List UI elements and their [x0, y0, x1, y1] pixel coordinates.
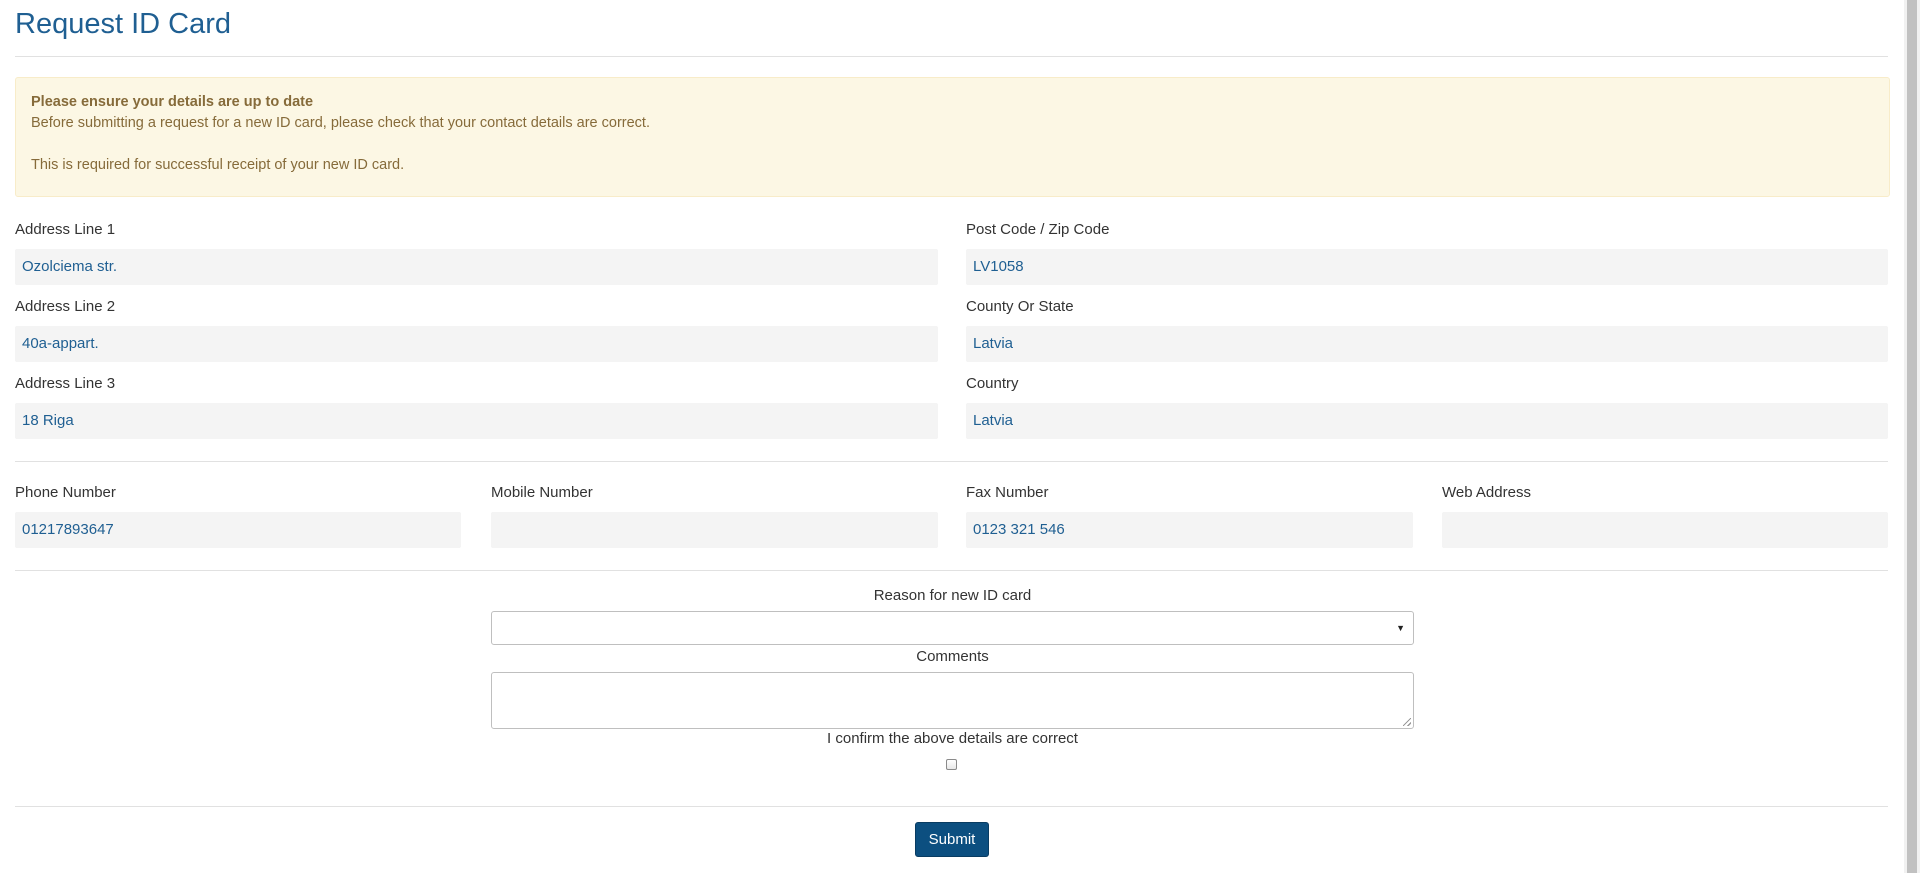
address-line-1-label: Address Line 1 — [15, 221, 116, 238]
contact-divider — [15, 570, 1888, 571]
confirm-checkbox[interactable] — [946, 759, 957, 770]
resize-grip-icon[interactable] — [1403, 718, 1411, 726]
fax-label: Fax Number — [966, 484, 1049, 501]
title-divider — [15, 56, 1888, 57]
alert-heading: Please ensure your details are up to dat… — [31, 94, 314, 110]
country-field: Country Latvia — [966, 374, 1888, 439]
scrollbar-thumb[interactable] — [1907, 0, 1917, 873]
phone-input[interactable]: 01217893647 — [15, 512, 461, 548]
fax-input[interactable]: 0123 321 546 — [966, 512, 1413, 548]
country-input[interactable]: Latvia — [966, 403, 1888, 439]
confirm-label: I confirm the above details are correct — [827, 730, 1078, 747]
web-address-field: Web Address — [1442, 483, 1888, 548]
address-line-2-input[interactable]: 40a-appart. — [15, 326, 938, 362]
mobile-field: Mobile Number — [491, 483, 938, 548]
web-address-input[interactable] — [1442, 512, 1888, 548]
submit-divider — [15, 806, 1888, 807]
county-field: County Or State Latvia — [966, 297, 1888, 362]
fax-field: Fax Number 0123 321 546 — [966, 483, 1413, 548]
postcode-field: Post Code / Zip Code LV1058 — [966, 220, 1888, 285]
vertical-scrollbar[interactable] — [1904, 0, 1920, 873]
address-line-3-input[interactable]: 18 Riga — [15, 403, 938, 439]
phone-field: Phone Number 01217893647 — [15, 483, 461, 548]
page: Request ID Card Please ensure your detai… — [0, 0, 1920, 873]
reason-select[interactable]: ▼ — [491, 611, 1414, 645]
alert-message-line-1: Before submitting a request for a new ID… — [31, 115, 650, 131]
page-title: Request ID Card — [15, 8, 231, 40]
county-label: County Or State — [966, 298, 1074, 315]
phone-label: Phone Number — [15, 484, 116, 501]
warning-alert: Please ensure your details are up to dat… — [15, 77, 1890, 197]
address-line-3-label: Address Line 3 — [15, 375, 116, 392]
country-label: Country — [966, 375, 1019, 392]
postcode-input[interactable]: LV1058 — [966, 249, 1888, 285]
mobile-input[interactable] — [491, 512, 938, 548]
comments-textarea[interactable] — [491, 672, 1414, 729]
address-line-2-field: Address Line 2 40a-appart. — [15, 297, 938, 362]
mobile-label: Mobile Number — [491, 484, 593, 501]
address-line-2-label: Address Line 2 — [15, 298, 116, 315]
postcode-label: Post Code / Zip Code — [966, 221, 1110, 238]
address-divider — [15, 461, 1888, 462]
web-address-label: Web Address — [1442, 484, 1531, 501]
address-line-3-field: Address Line 3 18 Riga — [15, 374, 938, 439]
address-line-1-field: Address Line 1 Ozolciema str. — [15, 220, 938, 285]
address-line-1-input[interactable]: Ozolciema str. — [15, 249, 938, 285]
comments-label: Comments — [916, 648, 989, 665]
county-input[interactable]: Latvia — [966, 326, 1888, 362]
caret-down-icon: ▼ — [1396, 623, 1405, 633]
submit-button[interactable]: Submit — [915, 822, 989, 857]
reason-label: Reason for new ID card — [873, 587, 1032, 604]
alert-message-line-2: This is required for successful receipt … — [31, 157, 405, 173]
